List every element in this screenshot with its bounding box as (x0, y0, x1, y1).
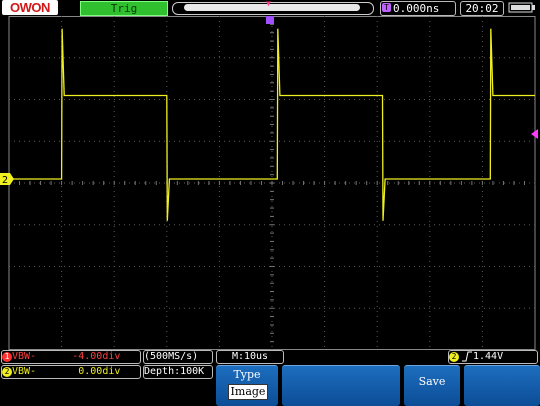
trigger-source-badge: 2 (449, 352, 459, 362)
channel-1-badge: 1 (2, 352, 12, 362)
sample-rate: (500MS/s) (143, 350, 213, 364)
trigger-level: 1.44V (473, 351, 504, 362)
time-position-icon: T (382, 3, 391, 12)
channel-2-coupling: VBW- (12, 366, 37, 377)
menu-empty-slot[interactable] (282, 365, 400, 406)
rising-edge-icon (462, 351, 472, 362)
channel-1-info: 1 VBW- -4.00div (1, 350, 141, 364)
channel-1-coupling: VBW- (12, 351, 37, 362)
trigger-status-badge: Trig (80, 1, 168, 16)
trigger-time-marker (266, 16, 274, 24)
horizontal-position-value: 0.000ns (393, 2, 440, 15)
trigger-position-marker: ▼ (266, 0, 271, 8)
channel-2-info: 2 VBW- 0.00div (1, 365, 141, 379)
battery-icon (508, 2, 535, 13)
menu-type-value[interactable]: Image (228, 384, 268, 400)
trigger-info: 2 1.44V (448, 350, 538, 364)
brand-logo: OWON (2, 0, 58, 15)
memory-window-indicator (184, 4, 360, 11)
memory-depth: Depth:100K (143, 365, 213, 379)
channel-2-marker-label: 2 (2, 175, 8, 186)
save-button-label: Save (418, 375, 446, 388)
display-markers: 2 (0, 16, 538, 186)
channel-2-offset: 0.00div (72, 366, 121, 377)
graticule (8, 16, 536, 350)
waveform-display: 2 (0, 16, 538, 350)
menu-empty-slot[interactable] (464, 365, 540, 406)
channel-1-offset: -4.00div (72, 351, 121, 362)
clock: 20:02 (460, 1, 504, 16)
timebase: M:10us (216, 350, 284, 364)
channel-2-badge: 2 (2, 367, 12, 377)
menu-type-label: Type (233, 368, 261, 381)
